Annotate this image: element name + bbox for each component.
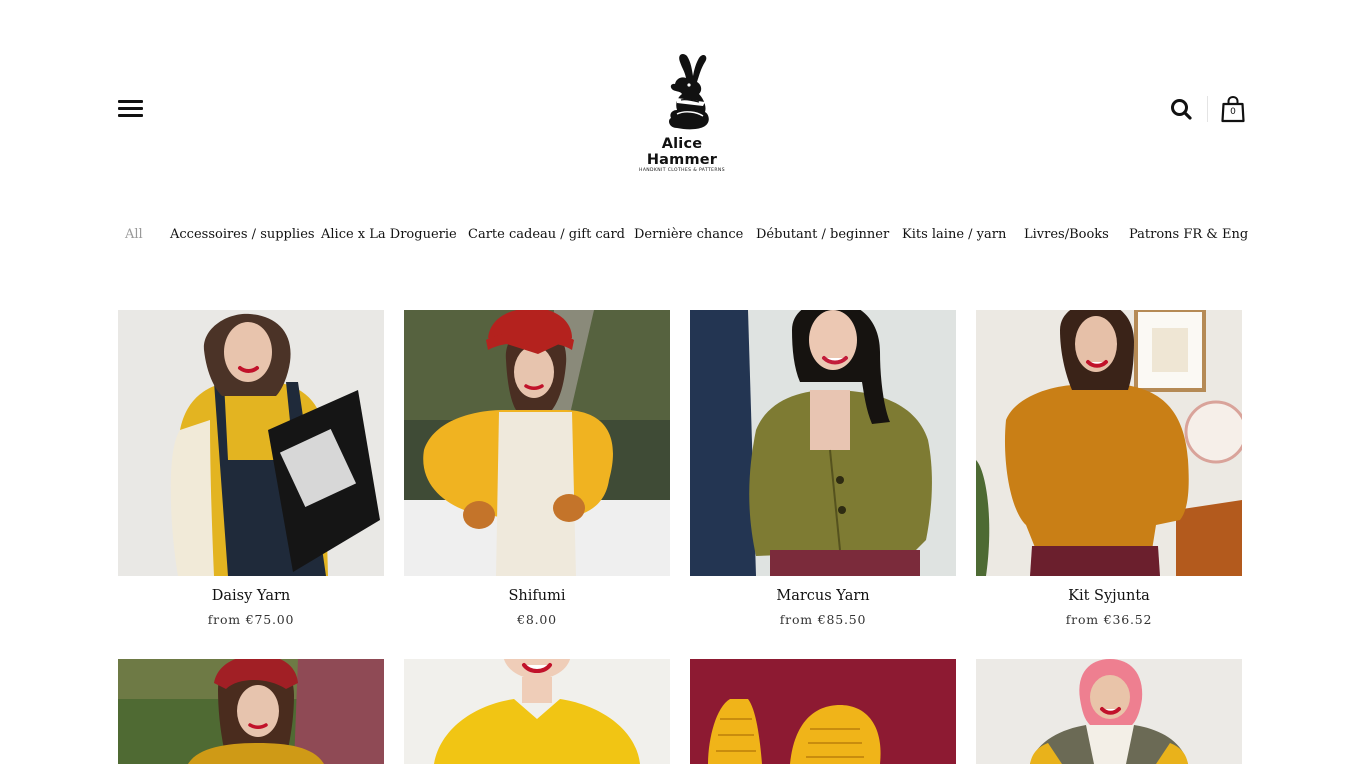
product-image[interactable] bbox=[404, 659, 670, 764]
rabbit-logo-icon bbox=[669, 54, 709, 130]
brand-name: Alice Hammer bbox=[646, 136, 718, 168]
site-header: Alice Hammer HANDKNIT CLOTHES & PATTERNS… bbox=[0, 0, 1364, 200]
category-livres-books[interactable]: Livres/Books bbox=[1024, 225, 1109, 245]
product-card[interactable] bbox=[976, 659, 1242, 764]
product-price: from €36.52 bbox=[1065, 612, 1153, 627]
category-carte-cadeau[interactable]: Carte cadeau / gift card bbox=[468, 225, 625, 245]
cart-count: 0 bbox=[1230, 107, 1236, 117]
brand-logo[interactable]: Alice Hammer HANDKNIT CLOTHES & PATTERNS bbox=[627, 50, 737, 173]
category-patrons[interactable]: Patrons FR & Eng bbox=[1129, 225, 1248, 245]
product-image[interactable] bbox=[118, 659, 384, 764]
hamburger-menu-icon[interactable] bbox=[118, 99, 144, 119]
product-price: €8.00 bbox=[517, 612, 557, 627]
category-kits-laine[interactable]: Kits laine / yarn bbox=[902, 225, 1006, 245]
category-accessoires[interactable]: Accessoires / supplies bbox=[170, 225, 315, 245]
product-card[interactable] bbox=[404, 659, 670, 764]
product-card-shifumi[interactable]: Shifumi €8.00 bbox=[404, 310, 670, 630]
product-card[interactable] bbox=[690, 659, 956, 764]
category-alice-x-la-droguerie[interactable]: Alice x La Droguerie bbox=[321, 225, 457, 245]
product-name[interactable]: Kit Syjunta bbox=[976, 586, 1242, 606]
product-image[interactable] bbox=[976, 310, 1242, 576]
product-name[interactable]: Daisy Yarn bbox=[118, 586, 384, 606]
product-image[interactable] bbox=[404, 310, 670, 576]
product-card-daisy-yarn[interactable]: Daisy Yarn from €75.00 bbox=[118, 310, 384, 630]
category-derniere-chance[interactable]: Dernière chance bbox=[634, 225, 743, 245]
brand-tagline: HANDKNIT CLOTHES & PATTERNS bbox=[639, 168, 725, 173]
product-card-marcus-yarn[interactable]: Marcus Yarn from €85.50 bbox=[690, 310, 956, 630]
product-name[interactable]: Marcus Yarn bbox=[690, 586, 956, 606]
product-card-kit-syjunta[interactable]: Kit Syjunta from €36.52 bbox=[976, 310, 1242, 630]
category-debutant[interactable]: Débutant / beginner bbox=[756, 225, 889, 245]
search-icon[interactable] bbox=[1170, 98, 1192, 120]
header-divider bbox=[1207, 96, 1208, 122]
product-price: from €75.00 bbox=[207, 612, 295, 627]
product-name[interactable]: Shifumi bbox=[404, 586, 670, 606]
product-image[interactable] bbox=[690, 310, 956, 576]
product-image[interactable] bbox=[118, 310, 384, 576]
product-image[interactable] bbox=[976, 659, 1242, 764]
shopping-bag-icon[interactable]: 0 bbox=[1221, 95, 1245, 123]
product-image[interactable] bbox=[690, 659, 956, 764]
category-all[interactable]: All bbox=[125, 225, 143, 245]
category-nav: All Accessoires / supplies Alice x La Dr… bbox=[0, 225, 1364, 245]
product-price: from €85.50 bbox=[779, 612, 867, 627]
product-card[interactable] bbox=[118, 659, 384, 764]
